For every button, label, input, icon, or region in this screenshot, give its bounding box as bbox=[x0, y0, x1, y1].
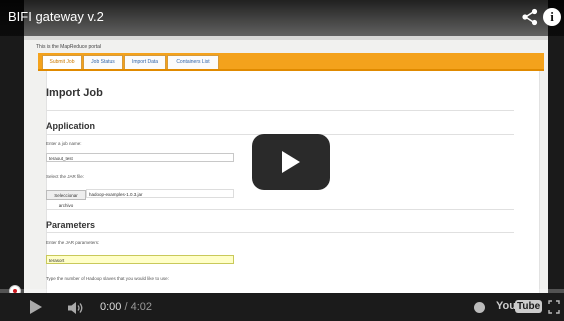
divider bbox=[46, 110, 514, 111]
divider bbox=[46, 209, 514, 210]
play-button[interactable] bbox=[252, 134, 330, 190]
control-bar: 0:00 / 4:02 You Tube bbox=[0, 293, 564, 321]
application-heading: Application bbox=[46, 121, 95, 131]
play-icon[interactable] bbox=[30, 300, 42, 314]
jar-file-name: hadoop-examples-1.0.3.jar bbox=[86, 189, 234, 198]
video-player[interactable]: This is the MapReduce portal Submit Job … bbox=[0, 0, 564, 321]
time-separator: / bbox=[124, 301, 128, 313]
job-name-label: Enter a job name: bbox=[46, 141, 82, 146]
youtube-logo[interactable]: You Tube bbox=[496, 300, 543, 314]
jar-params-label: Enter the JAR parameters: bbox=[46, 240, 100, 245]
fullscreen-icon[interactable] bbox=[548, 300, 560, 314]
current-time: 0:00 bbox=[100, 301, 122, 313]
logo-tube: Tube bbox=[515, 300, 543, 313]
slaves-count-label: Type the number of Hadoop slaves that yo… bbox=[46, 276, 169, 281]
clock-icon[interactable] bbox=[474, 302, 485, 313]
tab-import-data: Import Data bbox=[124, 55, 166, 69]
divider bbox=[46, 232, 514, 233]
duration: 4:02 bbox=[130, 301, 153, 313]
job-name-input: teraout_test bbox=[46, 153, 234, 162]
tab-job-status: Job Status bbox=[83, 55, 123, 69]
parameters-heading: Parameters bbox=[46, 220, 96, 230]
info-icon[interactable]: i bbox=[543, 8, 561, 26]
video-title[interactable]: BIFI gateway v.2 bbox=[8, 9, 104, 24]
portal-text: This is the MapReduce portal bbox=[36, 44, 102, 50]
logo-you: You bbox=[496, 300, 516, 312]
time-display: 0:00 / 4:02 bbox=[100, 301, 152, 313]
share-icon[interactable] bbox=[521, 8, 539, 26]
title-bar: BIFI gateway v.2 i bbox=[0, 0, 564, 36]
page-heading: Import Job bbox=[46, 87, 103, 99]
choose-file-button: Seleccionar archivo bbox=[46, 190, 86, 208]
jar-params-input: terasort bbox=[46, 255, 234, 264]
tab-submit-job: Submit Job bbox=[42, 55, 82, 69]
play-icon bbox=[282, 151, 300, 173]
volume-icon[interactable] bbox=[68, 301, 84, 315]
tab-containers-list: Containers List bbox=[167, 55, 219, 69]
jar-file-label: Select the JAR file: bbox=[46, 174, 85, 179]
tab-bar: Submit Job Job Status Import Data Contai… bbox=[38, 53, 544, 71]
